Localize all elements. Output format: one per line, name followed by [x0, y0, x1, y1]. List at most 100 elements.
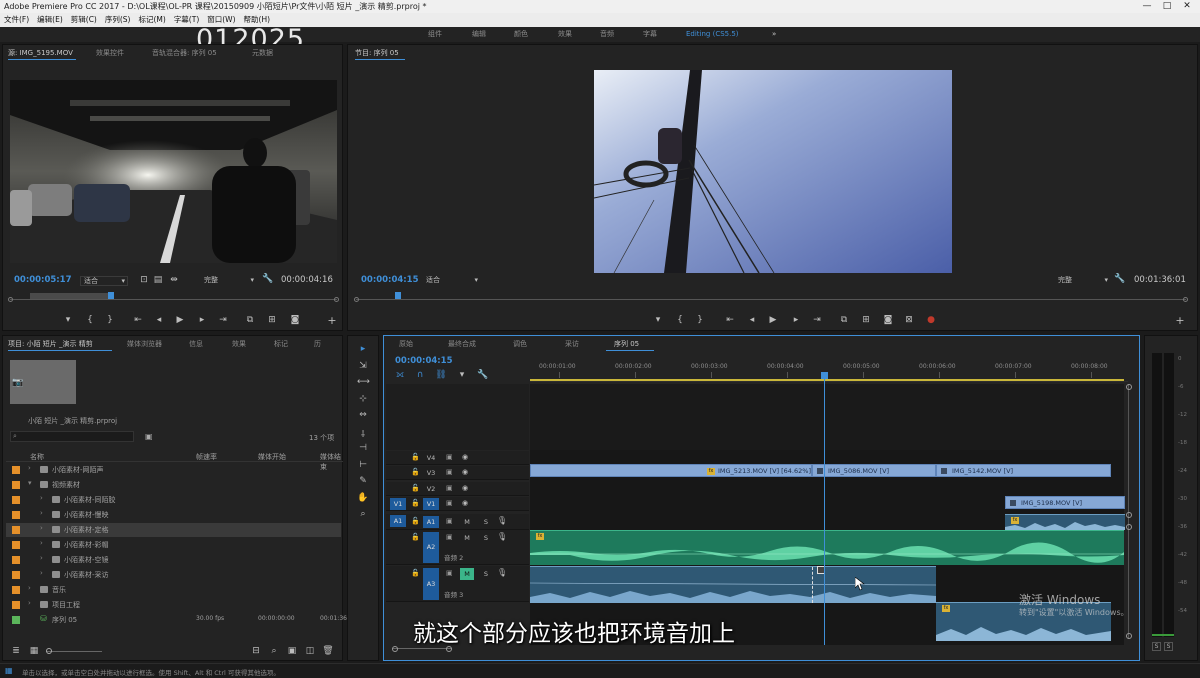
play-icon[interactable]: ▶ [767, 315, 779, 325]
workspace-titles[interactable]: 字幕 [643, 27, 657, 42]
lift-icon[interactable]: ⧉ [838, 315, 850, 325]
close-button[interactable]: ✕ [1178, 0, 1196, 13]
go-to-in-icon[interactable]: ⇤ [724, 315, 736, 325]
lock-icon[interactable]: 🔓 [411, 569, 420, 577]
trash-icon[interactable]: 🗑 [322, 646, 334, 656]
go-to-out-icon[interactable]: ⇥ [217, 315, 229, 325]
label-color-swatch[interactable] [12, 586, 20, 594]
label-color-swatch[interactable] [12, 556, 20, 564]
tab-sequence-interview[interactable]: 采访 [565, 338, 579, 350]
chevron-right-icon[interactable]: › [40, 524, 43, 532]
slider-handle[interactable] [46, 648, 52, 654]
scroll-handle-end[interactable] [1126, 633, 1132, 639]
label-color-swatch[interactable] [12, 541, 20, 549]
track-label-a2[interactable]: A2 [423, 532, 439, 563]
tab-sequence-grade[interactable]: 调色 [513, 338, 527, 350]
hand-tool-icon[interactable]: ✋ [357, 493, 369, 503]
timeline-vertical-scrollbar[interactable] [1126, 384, 1132, 639]
column-fps[interactable]: 帧速率 [196, 452, 217, 462]
new-item-icon[interactable]: ◫ [304, 646, 316, 656]
audio-clip-a3[interactable] [530, 566, 936, 603]
extract-icon[interactable]: ⊞ [860, 315, 872, 325]
solo-right-button[interactable]: S [1164, 642, 1173, 651]
mark-out-icon[interactable]: } [104, 315, 116, 325]
column-name[interactable]: 名称 [30, 452, 44, 462]
tab-effects[interactable]: 效果 [232, 338, 246, 350]
label-color-swatch[interactable] [12, 466, 20, 474]
workspace-color[interactable]: 颜色 [514, 27, 528, 42]
clip-img-5086[interactable]: IMG_5086.MOV [V] [812, 464, 936, 477]
rolling-edit-tool-icon[interactable]: ⊹ [357, 394, 369, 404]
workspace-editing[interactable]: 编辑 [472, 27, 486, 42]
project-search-input[interactable]: ⌕ [10, 431, 134, 442]
eye-icon[interactable]: ◉ [462, 484, 468, 492]
audio-clip-music[interactable]: fx [530, 530, 1124, 565]
column-media-start[interactable]: 媒体开始 [258, 452, 286, 462]
wrench-icon[interactable]: 🔧 [262, 274, 274, 284]
clip-img-5142[interactable]: IMG_5142.MOV [V] [936, 464, 1111, 477]
list-item[interactable]: › 小陌素材-同陌胶 [6, 493, 341, 507]
list-item[interactable]: › 小陌素材-空镜 [6, 553, 341, 567]
chevron-right-icon[interactable]: › [28, 584, 31, 592]
snap-icon[interactable]: ∩ [414, 370, 426, 380]
insert-icon[interactable]: ⧉ [244, 315, 256, 325]
tab-program[interactable]: 节目: 序列 05 [355, 47, 399, 59]
nest-icon[interactable]: ⟗ [394, 370, 406, 380]
workspace-audio[interactable]: 音频 [600, 27, 614, 42]
thumbnail-size-slider[interactable] [46, 651, 102, 652]
play-icon[interactable]: ▶ [174, 315, 186, 325]
track-label-v3[interactable]: V3 [423, 467, 439, 479]
source-fit-dropdown[interactable]: 适合 ▾ [80, 276, 128, 286]
eye-icon[interactable]: ◉ [462, 468, 468, 476]
menu-sequence[interactable]: 序列(S) [101, 13, 135, 27]
label-color-swatch[interactable] [12, 526, 20, 534]
label-color-swatch[interactable] [12, 601, 20, 609]
scroll-handle-mid[interactable] [1126, 512, 1132, 518]
selection-tool-icon[interactable]: ▸ [357, 344, 369, 354]
clip-img-5198[interactable]: IMG_5198.MOV [V] [1005, 496, 1125, 509]
list-view-icon[interactable]: ≣ [10, 646, 22, 656]
tab-sequence-05[interactable]: 序列 05 [614, 338, 639, 350]
track-label-a1[interactable]: A1 [423, 516, 439, 528]
eye-icon[interactable]: ◉ [462, 453, 468, 461]
tab-markers[interactable]: 标记 [274, 338, 288, 350]
toggle-sync-lock-icon[interactable]: ▣ [446, 533, 453, 541]
automate-to-sequence-icon[interactable]: ⊟ [250, 646, 262, 656]
record-icon[interactable]: ● [925, 315, 937, 325]
chevron-right-icon[interactable]: › [40, 539, 43, 547]
add-marker-icon[interactable]: ▾ [456, 370, 468, 380]
track-select-tool-icon[interactable]: ⇲ [357, 361, 369, 371]
linked-selection-icon[interactable]: ⛓ [435, 370, 447, 380]
slip-tool-icon[interactable]: ⊣ [357, 443, 369, 453]
source-scrub-bar[interactable] [8, 291, 339, 303]
zoom-handle-right[interactable] [334, 297, 339, 302]
scroll-handle-left[interactable] [392, 646, 398, 652]
menu-file[interactable]: 文件(F) [0, 13, 33, 27]
zoom-handle-left[interactable] [8, 297, 13, 302]
chevron-right-icon[interactable]: › [28, 599, 31, 607]
clip-img-5213[interactable]: fx IMG_5213.MOV [V] [64.62%] [530, 464, 812, 477]
mute-button[interactable]: M [460, 568, 474, 580]
list-item[interactable]: › 小陌素材-彩帽 [6, 538, 341, 552]
tab-sequence-final[interactable]: 最终合成 [448, 338, 476, 350]
list-item[interactable]: › 小陌素材-定格 [6, 523, 341, 537]
zoom-tool-icon[interactable]: ⌕ [357, 509, 369, 519]
label-color-swatch[interactable] [12, 481, 20, 489]
lock-icon[interactable]: 🔓 [411, 499, 420, 507]
go-to-in-icon[interactable]: ⇤ [132, 315, 144, 325]
toggle-sync-lock-icon[interactable]: ▣ [446, 569, 453, 577]
label-color-swatch[interactable] [12, 616, 20, 624]
step-back-icon[interactable]: ◂ [153, 315, 165, 325]
microphone-icon[interactable]: 🎙 [497, 568, 507, 577]
add-marker-icon[interactable]: ▾ [652, 315, 664, 325]
tab-source[interactable]: 源: IMG_5195.MOV [8, 47, 73, 59]
comparison-view-icon[interactable]: ⊠ [903, 315, 915, 325]
track-label-v4[interactable]: V4 [423, 452, 439, 464]
find-icon[interactable]: ⌕ [268, 646, 280, 656]
rate-stretch-tool-icon[interactable]: ⇔ [357, 410, 369, 420]
new-bin-icon[interactable]: ▣ [145, 432, 153, 441]
toggle-sync-lock-icon[interactable]: ▣ [446, 484, 453, 492]
program-quality-dropdown[interactable]: 完整 ▾ [1058, 276, 1108, 286]
scroll-handle-bottom[interactable] [1126, 524, 1132, 530]
lock-icon[interactable]: 🔓 [411, 517, 420, 525]
